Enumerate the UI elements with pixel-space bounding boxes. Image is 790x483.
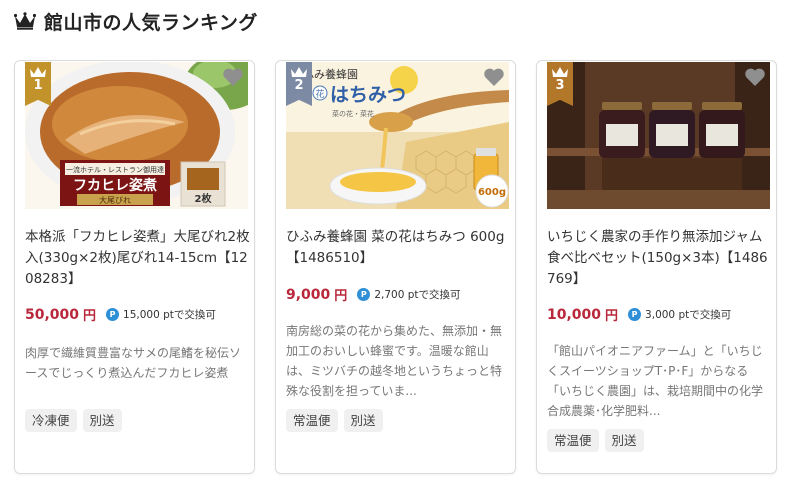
point-icon: P xyxy=(106,308,120,321)
price-value: 9,000 xyxy=(286,286,331,303)
tag-list: 常温便 別送 xyxy=(286,409,383,432)
crown-icon xyxy=(291,67,307,77)
product-card-2[interactable]: ひふみ養蜂園 花 はちみつ 菜の花・菜花 600g 2 ひふみ養蜂園 菜の花はち… xyxy=(275,60,516,474)
tag-shipping: 常温便 xyxy=(286,409,338,432)
tag-delivery: 別送 xyxy=(82,409,122,432)
ranking-header: 館山市の人気ランキング xyxy=(14,8,258,34)
rank-badge: 1 xyxy=(25,62,51,106)
price-row: 9,000 円 P 2,700 ptで交換可 xyxy=(286,285,461,305)
shark-fin-soup-image: 一流ホテル・レストラン御用達 フカヒレ姿煮 大尾びれ 2枚 xyxy=(25,62,248,209)
price-value: 10,000 xyxy=(547,306,602,323)
heart-icon[interactable] xyxy=(744,67,766,87)
heart-icon[interactable] xyxy=(222,67,244,87)
product-card-3[interactable]: 3 いちじく農家の手作り無添加ジャム 食べ比べセット(150g×3本)【1486… xyxy=(536,60,777,474)
product-description: 南房総の菜の花から集めた、無添加・無加工のおいしい蜂蜜です。温暖な館山は、ミツバ… xyxy=(286,324,503,398)
product-description: 肉厚で繊維質豊富なサメの尾鰭を秘伝ソースでじっくり煮込んだフカヒレ姿煮 xyxy=(25,346,242,380)
crown-icon xyxy=(552,67,568,77)
ranking-title: 館山市の人気ランキング xyxy=(44,11,258,34)
image-label-pack: 2枚 xyxy=(195,192,213,205)
price-row: 10,000 円 P 3,000 ptで交換可 xyxy=(547,305,732,325)
point-text: 3,000 ptで交換可 xyxy=(645,309,732,321)
crown-icon xyxy=(30,67,46,77)
product-image[interactable] xyxy=(547,62,770,209)
point-text: 2,700 ptで交換可 xyxy=(374,289,461,301)
price-value: 50,000 xyxy=(25,306,80,323)
product-name[interactable]: ひふみ養蜂園 菜の花はちみつ 600g【1486510】 xyxy=(286,227,512,269)
price-unit: 円 xyxy=(605,309,619,324)
price-unit: 円 xyxy=(334,289,348,304)
rank-number: 2 xyxy=(294,78,304,93)
product-description: 「館山パイオニアファーム」と「いちじくスイーツショップT･P･F」からなる「いち… xyxy=(547,344,764,418)
tag-delivery: 別送 xyxy=(343,409,383,432)
rank-number: 1 xyxy=(33,78,43,93)
product-name[interactable]: いちじく農家の手作り無添加ジャム 食べ比べセット(150g×3本)【148676… xyxy=(547,227,776,290)
rank-badge: 2 xyxy=(286,62,312,106)
product-name[interactable]: 本格派「フカヒレ姿煮」大尾びれ2枚入(330g×2枚)尾びれ14-15cm【12… xyxy=(25,227,251,290)
image-label-top: 一流ホテル・レストラン御用達 xyxy=(66,165,164,174)
tag-list: 常温便 別送 xyxy=(547,429,644,452)
tag-shipping: 常温便 xyxy=(547,429,599,452)
price-unit: 円 xyxy=(83,309,97,324)
image-label-main: フカヒレ姿煮 xyxy=(73,177,157,194)
image-label-sub: 大尾びれ xyxy=(99,195,131,205)
tag-list: 冷凍便 別送 xyxy=(25,409,122,432)
rank-number: 3 xyxy=(555,78,565,93)
image-label-main: はちみつ xyxy=(330,84,406,106)
image-label-size: 600g xyxy=(478,187,506,198)
product-card-1[interactable]: 一流ホテル・レストラン御用達 フカヒレ姿煮 大尾びれ 2枚 1 本格派「フカヒレ… xyxy=(14,60,255,474)
product-image[interactable]: 一流ホテル・レストラン御用達 フカヒレ姿煮 大尾びれ 2枚 xyxy=(25,62,248,209)
tag-delivery: 別送 xyxy=(604,429,644,452)
crown-icon xyxy=(14,12,36,30)
honey-image: ひふみ養蜂園 花 はちみつ 菜の花・菜花 600g xyxy=(286,62,509,209)
tag-shipping: 冷凍便 xyxy=(25,409,77,432)
product-image[interactable]: ひふみ養蜂園 花 はちみつ 菜の花・菜花 600g xyxy=(286,62,509,209)
price-row: 50,000 円 P 15,000 ptで交換可 xyxy=(25,305,216,325)
fig-jam-jars-image xyxy=(547,62,770,209)
image-label-flower: 花 xyxy=(315,88,324,100)
image-label-sub: 菜の花・菜花 xyxy=(332,109,374,118)
point-icon: P xyxy=(357,288,371,301)
rank-badge: 3 xyxy=(547,62,573,106)
point-text: 15,000 ptで交換可 xyxy=(123,309,216,321)
point-icon: P xyxy=(628,308,642,321)
heart-icon[interactable] xyxy=(483,67,505,87)
